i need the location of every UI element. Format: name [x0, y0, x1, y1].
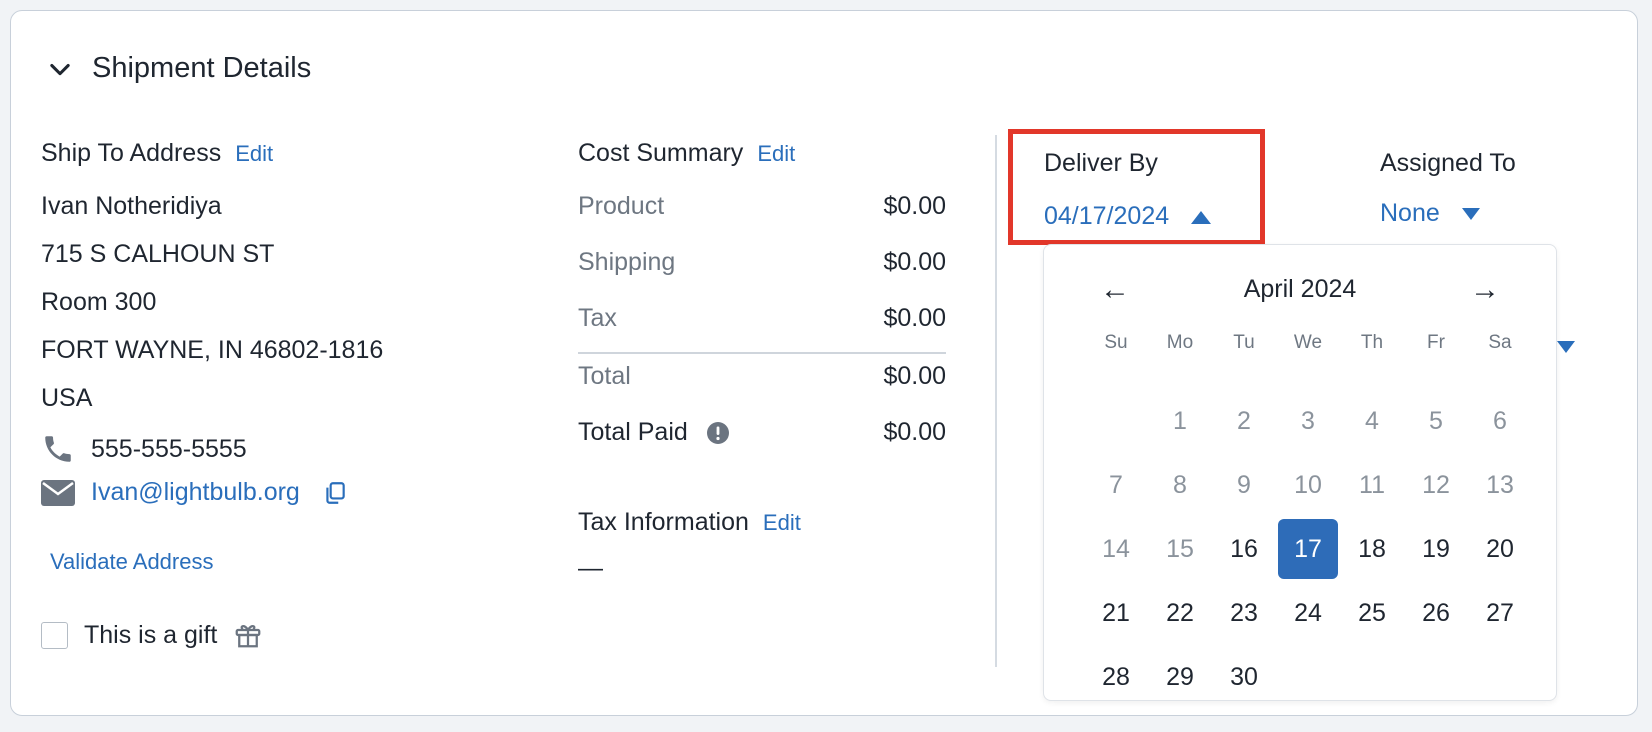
street-line: 715 S CALHOUN ST	[41, 240, 275, 268]
caret-down-icon[interactable]	[1557, 341, 1575, 353]
gift-icon	[236, 625, 261, 648]
calendar-day: 10	[1294, 470, 1322, 499]
phone-row: 555-555-5555	[41, 432, 247, 466]
cost-row-total-paid: Total Paid $0.00	[578, 418, 946, 447]
calendar-day[interactable]: 27	[1468, 581, 1532, 645]
calendar-day: 14	[1102, 534, 1130, 563]
cost-value: $0.00	[883, 248, 946, 276]
calendar-day[interactable]: 29	[1148, 645, 1212, 709]
calendar-day[interactable]: 30	[1212, 645, 1276, 709]
cost-divider	[578, 352, 946, 354]
cost-value: $0.00	[883, 304, 946, 332]
copy-icon[interactable]	[322, 480, 348, 506]
ship-to-edit-link[interactable]: Edit	[235, 141, 273, 166]
section-header[interactable]: Shipment Details	[46, 52, 311, 85]
weekday-label: Fr	[1427, 332, 1445, 353]
recipient-name: Ivan Notheridiya	[41, 192, 222, 220]
country-line: USA	[41, 384, 93, 412]
calendar-day[interactable]: 22	[1148, 581, 1212, 645]
calendar-day[interactable]: 16	[1212, 517, 1276, 581]
tax-info-edit-link[interactable]: Edit	[763, 510, 801, 535]
weekday-label: Tu	[1233, 332, 1255, 353]
cost-label: Total	[578, 362, 631, 390]
total-paid-label-wrap: Total Paid	[578, 418, 730, 447]
email-link[interactable]: Ivan@lightbulb.org	[91, 478, 300, 507]
cost-label: Tax	[578, 304, 617, 332]
cost-label: Product	[578, 192, 665, 220]
column-divider	[995, 135, 997, 667]
tax-info-header: Tax Information Edit	[578, 508, 801, 537]
calendar-day: 7	[1109, 470, 1123, 499]
calendar-day[interactable]: 23	[1212, 581, 1276, 645]
cost-summary-title: Cost Summary	[578, 139, 744, 167]
assigned-to-select[interactable]: None	[1380, 199, 1480, 228]
calendar-day[interactable]: 21	[1084, 581, 1148, 645]
calendar-header: ← April 2024 →	[1044, 271, 1556, 311]
calendar-day: 12	[1422, 470, 1450, 499]
ship-to-header: Ship To Address Edit	[41, 139, 273, 168]
calendar-day: 8	[1173, 470, 1187, 499]
gift-checkbox[interactable]	[41, 621, 68, 649]
gift-label: This is a gift	[84, 620, 218, 649]
cost-value: $0.00	[883, 362, 946, 390]
calendar-day: 6	[1493, 406, 1507, 435]
calendar-day[interactable]: 19	[1404, 517, 1468, 581]
gift-row: This is a gift	[41, 620, 263, 650]
weekday-row: Su Mo Tu We Th Fr Sa	[1084, 325, 1532, 361]
phone-number: 555-555-5555	[91, 434, 247, 463]
weekday-label: Sa	[1488, 332, 1512, 353]
chevron-down-icon[interactable]	[46, 55, 74, 83]
cost-row-product: Product $0.00	[578, 192, 946, 221]
calendar-day: 4	[1365, 406, 1379, 435]
next-month-arrow-icon[interactable]: →	[1470, 275, 1500, 305]
calendar-day: 9	[1237, 470, 1251, 499]
calendar-grid: Su Mo Tu We Th Fr Sa 1 2 3 4 5 6 7 8 9 10 11 12 13 14…	[1084, 325, 1532, 709]
validate-address-link[interactable]: Validate Address	[50, 549, 213, 575]
calendar-day[interactable]: 18	[1340, 517, 1404, 581]
assigned-to-title: Assigned To	[1380, 149, 1516, 177]
weekday-label: We	[1293, 332, 1323, 353]
section-title: Shipment Details	[92, 52, 312, 84]
cost-value: $0.00	[883, 418, 946, 446]
calendar-day: 11	[1359, 470, 1385, 499]
email-row: Ivan@lightbulb.org	[41, 478, 348, 507]
weekday-label: Su	[1104, 332, 1128, 353]
calendar-day[interactable]: 20	[1468, 517, 1532, 581]
calendar-day[interactable]: 28	[1084, 645, 1148, 709]
cost-summary-header: Cost Summary Edit	[578, 139, 795, 168]
calendar-day: 13	[1486, 470, 1514, 499]
tax-info-value: —	[578, 554, 603, 582]
weekday-label: Mo	[1166, 332, 1194, 353]
cost-summary-edit-link[interactable]: Edit	[757, 141, 795, 166]
cost-row-shipping: Shipping $0.00	[578, 248, 946, 277]
date-picker-calendar: ← April 2024 → Su Mo Tu We Th Fr Sa 1234…	[1043, 244, 1557, 701]
mail-icon	[41, 479, 75, 506]
calendar-day[interactable]: 24	[1276, 581, 1340, 645]
focus-highlight	[1008, 129, 1265, 245]
cost-label: Shipping	[578, 248, 676, 276]
cost-label: Total Paid	[578, 418, 688, 446]
calendar-day-selected[interactable]: 17	[1278, 519, 1338, 579]
phone-icon	[45, 436, 71, 462]
calendar-day: 3	[1301, 406, 1315, 435]
cost-row-tax: Tax $0.00	[578, 304, 946, 333]
calendar-day: 15	[1166, 534, 1194, 563]
city-line: FORT WAYNE, IN 46802-1816	[41, 336, 384, 364]
calendar-day: 1	[1173, 406, 1187, 435]
weekday-label: Th	[1360, 332, 1384, 353]
cost-row-total: Total $0.00	[578, 362, 946, 391]
calendar-day[interactable]: 26	[1404, 581, 1468, 645]
info-alert-icon[interactable]	[706, 421, 730, 445]
calendar-day: 2	[1237, 406, 1251, 435]
calendar-day: 5	[1429, 406, 1443, 435]
caret-down-icon	[1461, 207, 1480, 220]
tax-info-title: Tax Information	[578, 508, 749, 536]
room-line: Room 300	[41, 288, 157, 316]
ship-to-title: Ship To Address	[41, 139, 222, 167]
cost-value: $0.00	[883, 192, 946, 220]
calendar-day[interactable]: 25	[1340, 581, 1404, 645]
calendar-blank-cell	[1084, 389, 1148, 453]
assigned-to-value: None	[1380, 199, 1440, 227]
